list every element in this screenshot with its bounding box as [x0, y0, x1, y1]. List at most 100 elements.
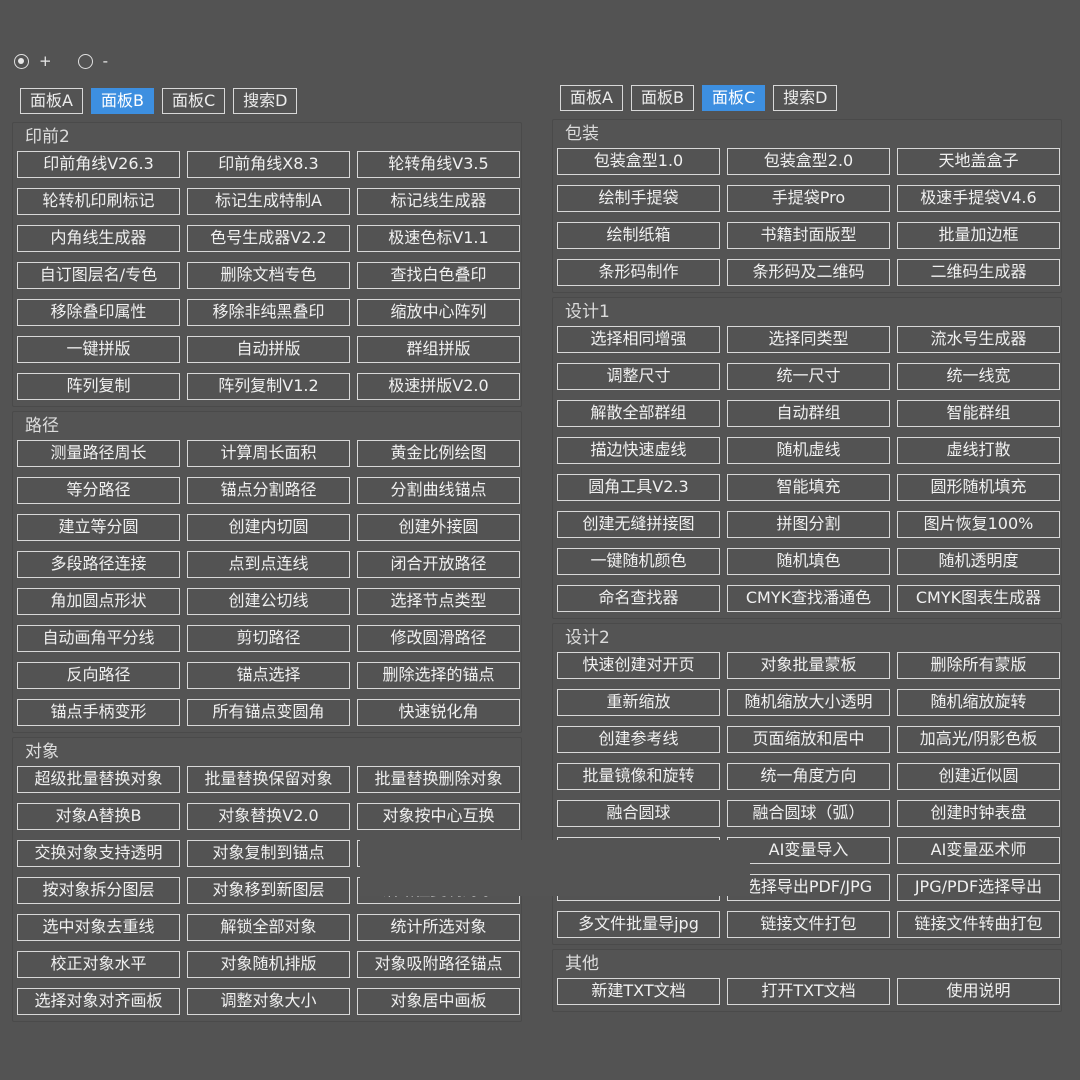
tool-button[interactable]: 批量镜像和旋转 — [557, 763, 720, 790]
tool-button[interactable]: 交换对象支持透明 — [17, 840, 180, 867]
tool-button[interactable]: 反向路径 — [17, 662, 180, 689]
tool-button[interactable]: 书籍封面版型 — [727, 222, 890, 249]
right_panel-tab-3[interactable]: 搜索D — [773, 85, 838, 111]
tool-button[interactable]: 移除非纯黑叠印 — [187, 299, 350, 326]
radio-plus[interactable]: + — [14, 52, 52, 70]
tool-button[interactable]: 创建参考线 — [557, 726, 720, 753]
tool-button[interactable]: 对象批量蒙板 — [727, 652, 890, 679]
tool-button[interactable]: 选择对象对齐画板 — [17, 988, 180, 1015]
tool-button[interactable]: 随机缩放旋转 — [897, 689, 1060, 716]
tool-button[interactable]: 删除所有蒙版 — [897, 652, 1060, 679]
left_panel-tab-2[interactable]: 面板C — [161, 88, 226, 114]
tool-button[interactable]: 对象居中画板 — [357, 988, 520, 1015]
tool-button[interactable]: 选择导出PDF/JPG — [727, 874, 890, 901]
tool-button[interactable]: 选择节点类型 — [357, 588, 520, 615]
tool-button[interactable]: 自动群组 — [727, 400, 890, 427]
tool-button[interactable]: 印前角线X8.3 — [187, 151, 350, 178]
tool-button[interactable]: 快速创建对开页 — [557, 652, 720, 679]
tool-button[interactable]: 角加圆点形状 — [17, 588, 180, 615]
tool-button[interactable]: CMYK查找潘通色 — [727, 585, 890, 612]
tool-button[interactable]: 一键随机颜色 — [557, 548, 720, 575]
tool-button[interactable]: 打开TXT文档 — [727, 978, 890, 1005]
tool-button[interactable]: 二维码生成器 — [897, 259, 1060, 286]
tool-button[interactable]: 多文件批量导jpg — [557, 911, 720, 938]
tool-button[interactable]: 快速锐化角 — [357, 699, 520, 726]
tool-button[interactable]: 按对象拆分图层 — [17, 877, 180, 904]
tool-button[interactable]: 色号生成器V2.2 — [187, 225, 350, 252]
tool-button[interactable]: JPG/PDF选择导出 — [897, 874, 1060, 901]
tool-button[interactable]: 创建无缝拼接图 — [557, 511, 720, 538]
tool-button[interactable]: AI变量巫术师 — [897, 837, 1060, 864]
tool-button[interactable]: 重新缩放 — [557, 689, 720, 716]
tool-button[interactable]: 点到点连线 — [187, 551, 350, 578]
radio-minus[interactable]: - — [77, 52, 108, 70]
tool-button[interactable]: 测量路径周长 — [17, 440, 180, 467]
tool-button[interactable]: 锚点手柄变形 — [17, 699, 180, 726]
left_panel-tab-3[interactable]: 搜索D — [233, 88, 298, 114]
tool-button[interactable]: 标记线生成器 — [357, 188, 520, 215]
tool-button[interactable]: 一键拼版 — [17, 336, 180, 363]
tool-button[interactable]: 智能群组 — [897, 400, 1060, 427]
tool-button[interactable]: 选中对象去重线 — [17, 914, 180, 941]
radio-plus-dot[interactable] — [14, 53, 29, 69]
tool-button[interactable]: 创建外接圆 — [357, 514, 520, 541]
tool-button[interactable]: 移除叠印属性 — [17, 299, 180, 326]
tool-button[interactable]: 统一角度方向 — [727, 763, 890, 790]
tool-button[interactable]: 解锁全部对象 — [187, 914, 350, 941]
tool-button[interactable]: 修改圆滑路径 — [357, 625, 520, 652]
tool-button[interactable]: 批量加边框 — [897, 222, 1060, 249]
tool-button[interactable]: 对象吸附路径锚点 — [357, 951, 520, 978]
tool-button[interactable]: 群组拼版 — [357, 336, 520, 363]
tool-button[interactable]: 命名查找器 — [557, 585, 720, 612]
tool-button[interactable]: 创建时钟表盘 — [897, 800, 1060, 827]
tool-button[interactable]: 多段路径连接 — [17, 551, 180, 578]
tool-button[interactable]: 锚点分割路径 — [187, 477, 350, 504]
tool-button[interactable]: 批量替换保留对象 — [187, 766, 350, 793]
tool-button[interactable]: 调整对象大小 — [187, 988, 350, 1015]
tool-button[interactable]: 查找白色叠印 — [357, 262, 520, 289]
tool-button[interactable]: 分割曲线锚点 — [357, 477, 520, 504]
tool-button[interactable]: 智能填充 — [727, 474, 890, 501]
tool-button[interactable]: 图片恢复100% — [897, 511, 1060, 538]
tool-button[interactable]: 拼图分割 — [727, 511, 890, 538]
tool-button[interactable]: 极速色标V1.1 — [357, 225, 520, 252]
tool-button[interactable]: 所有锚点变圆角 — [187, 699, 350, 726]
tool-button[interactable]: 天地盖盒子 — [897, 148, 1060, 175]
tool-button[interactable]: 链接文件打包 — [727, 911, 890, 938]
tool-button[interactable]: 校正对象水平 — [17, 951, 180, 978]
tool-button[interactable]: 建立等分圆 — [17, 514, 180, 541]
right_panel-tab-0[interactable]: 面板A — [560, 85, 623, 111]
tool-button[interactable]: 缩放中心阵列 — [357, 299, 520, 326]
tool-button[interactable]: 对象复制到锚点 — [187, 840, 350, 867]
tool-button[interactable]: 包装盒型1.0 — [557, 148, 720, 175]
tool-button[interactable]: 计算周长面积 — [187, 440, 350, 467]
tool-button[interactable]: 自订图层名/专色 — [17, 262, 180, 289]
tool-button[interactable]: 统一线宽 — [897, 363, 1060, 390]
tool-button[interactable]: 条形码制作 — [557, 259, 720, 286]
left_panel-tab-1[interactable]: 面板B — [90, 88, 154, 114]
tool-button[interactable]: CMYK图表生成器 — [897, 585, 1060, 612]
tool-button[interactable]: 选择相同增强 — [557, 326, 720, 353]
tool-button[interactable]: 删除文档专色 — [187, 262, 350, 289]
tool-button[interactable]: 新建TXT文档 — [557, 978, 720, 1005]
tool-button[interactable]: 融合圆球（弧） — [727, 800, 890, 827]
tool-button[interactable]: 加高光/阴影色板 — [897, 726, 1060, 753]
tool-button[interactable]: 批量替换删除对象 — [357, 766, 520, 793]
tool-button[interactable]: 随机虚线 — [727, 437, 890, 464]
tool-button[interactable]: 随机缩放大小透明 — [727, 689, 890, 716]
right_panel-tab-2[interactable]: 面板C — [701, 85, 766, 111]
right_panel-tab-1[interactable]: 面板B — [630, 85, 694, 111]
tool-button[interactable]: 页面缩放和居中 — [727, 726, 890, 753]
tool-button[interactable]: 极速手提袋V4.6 — [897, 185, 1060, 212]
tool-button[interactable]: 自动画角平分线 — [17, 625, 180, 652]
tool-button[interactable]: 包装盒型2.0 — [727, 148, 890, 175]
tool-button[interactable]: 超级批量替换对象 — [17, 766, 180, 793]
tool-button[interactable]: 圆形随机填充 — [897, 474, 1060, 501]
tool-button[interactable]: 黄金比例绘图 — [357, 440, 520, 467]
tool-button[interactable]: 随机透明度 — [897, 548, 1060, 575]
tool-button[interactable]: 极速拼版V2.0 — [357, 373, 520, 400]
tool-button[interactable]: 对象A替换B — [17, 803, 180, 830]
tool-button[interactable]: 对象替换V2.0 — [187, 803, 350, 830]
tool-button[interactable]: 绘制手提袋 — [557, 185, 720, 212]
radio-minus-dot[interactable] — [77, 53, 93, 69]
